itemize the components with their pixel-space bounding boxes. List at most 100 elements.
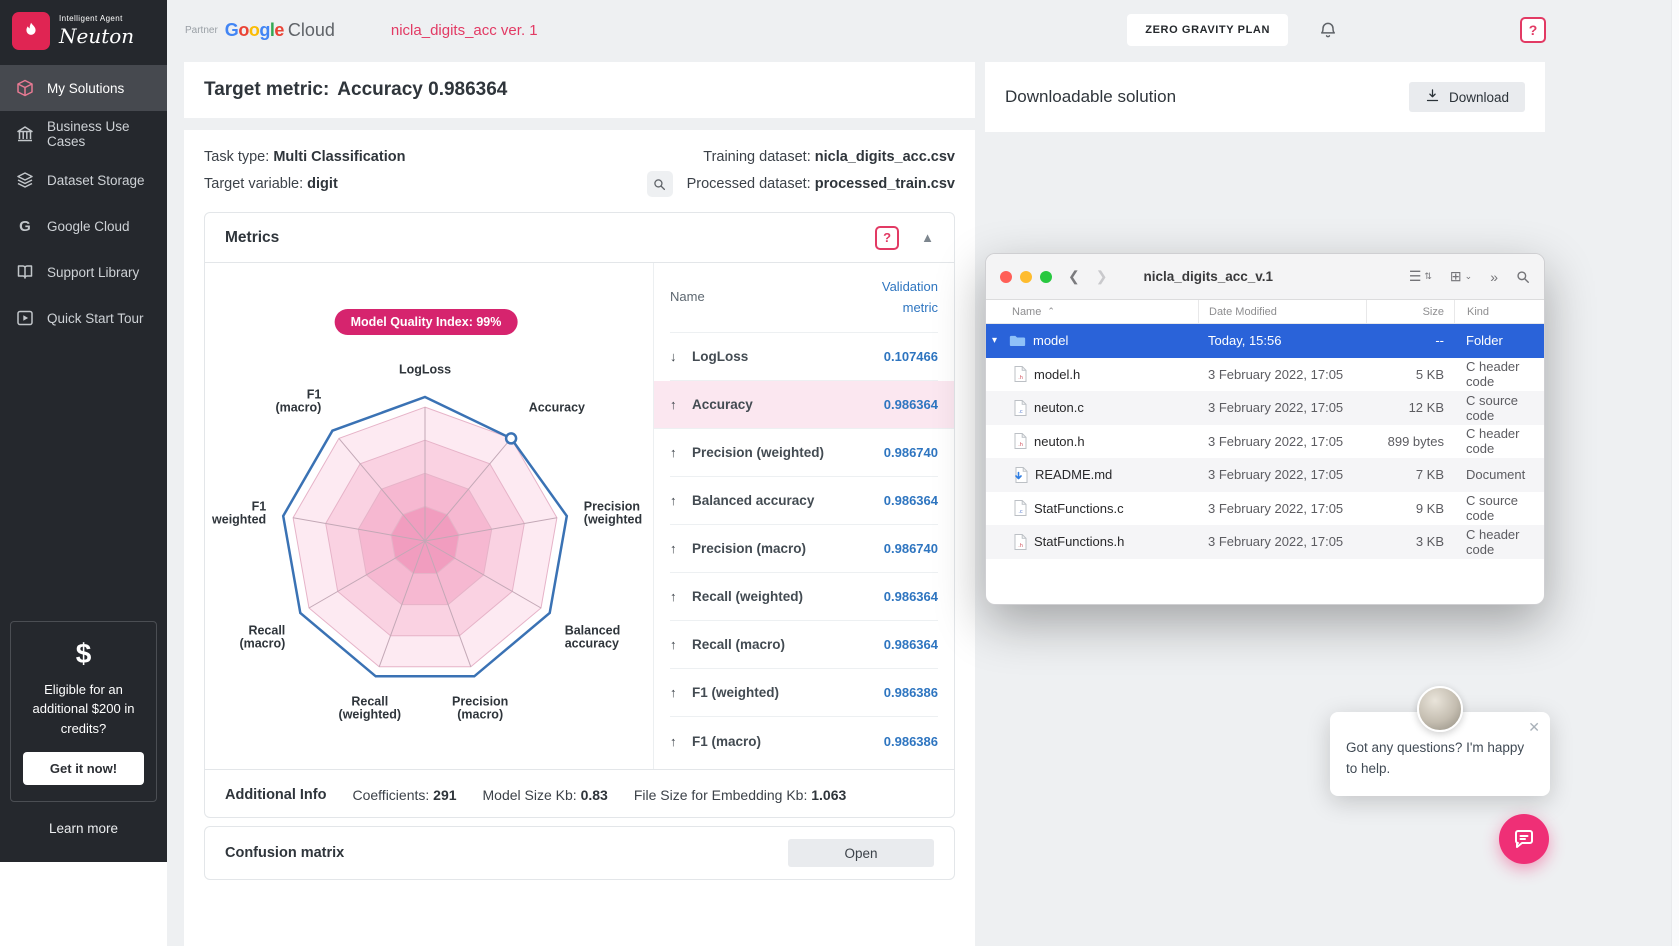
- metrics-col-name-header: Name: [670, 277, 705, 304]
- sidebar-nav: My Solutions Business Use Cases Dataset …: [0, 65, 167, 341]
- target-variable-line: Target variable: digit: [204, 171, 405, 198]
- finder-window-title: nicla_digits_acc_v.1: [1143, 269, 1273, 284]
- svg-text:LogLoss: LogLoss: [399, 363, 451, 377]
- help-button[interactable]: ?: [1520, 17, 1546, 43]
- finder-row-readme-md[interactable]: README.md 3 February 2022, 17:05 7 KB Do…: [986, 458, 1544, 492]
- c-header-file-icon: .h: [1014, 534, 1027, 550]
- additional-info-row: Additional Info Coefficients: 291 Model …: [205, 769, 954, 819]
- file-name: neuton.c: [1034, 400, 1084, 415]
- file-size: 12 KB: [1366, 400, 1454, 415]
- finder-row-model-folder[interactable]: ▾ model Today, 15:56 -- Folder: [986, 324, 1544, 358]
- metric-row-accuracy: ↑ Accuracy 0.986364: [654, 381, 954, 429]
- neuton-flame-icon: [12, 12, 50, 50]
- metric-row-precision-weighted: ↑ Precision (weighted) 0.986740: [670, 429, 938, 477]
- cloud-logo-text: Cloud: [288, 20, 335, 41]
- minimize-window-button[interactable]: [1020, 271, 1032, 283]
- page-background: [0, 862, 167, 946]
- file-size-info: File Size for Embedding Kb: 1.063: [634, 787, 846, 803]
- chat-icon: [1512, 827, 1536, 851]
- download-icon: [1425, 88, 1440, 106]
- finder-row-model-h[interactable]: .h model.h 3 February 2022, 17:05 5 KB C…: [986, 358, 1544, 392]
- target-metric-value: Accuracy 0.986364: [337, 79, 507, 101]
- finder-row-neuton-c[interactable]: .c neuton.c 3 February 2022, 17:05 12 KB…: [986, 391, 1544, 425]
- download-button[interactable]: Download: [1409, 82, 1525, 112]
- layers-icon: [15, 170, 35, 190]
- close-window-button[interactable]: [1000, 271, 1012, 283]
- page-scrollbar[interactable]: [1671, 0, 1679, 946]
- sidebar-item-label: Dataset Storage: [47, 173, 145, 188]
- zoom-window-button[interactable]: [1040, 271, 1052, 283]
- confusion-matrix-title: Confusion matrix: [225, 845, 344, 861]
- collapse-chevron-icon[interactable]: ▲: [921, 230, 934, 245]
- file-kind: Document: [1454, 467, 1544, 482]
- sidebar: Intelligent Agent Neuton My Solutions Bu…: [0, 0, 167, 862]
- more-toolbar-icon[interactable]: »: [1490, 269, 1498, 285]
- finder-row-neuton-h[interactable]: .h neuton.h 3 February 2022, 17:05 899 b…: [986, 425, 1544, 459]
- additional-info-title: Additional Info: [225, 787, 326, 803]
- dollar-icon: $: [23, 638, 144, 670]
- metric-row-f1-macro: ↑ F1 (macro) 0.986386: [670, 717, 938, 765]
- file-size: 9 KB: [1366, 501, 1454, 516]
- svg-text:.h: .h: [1018, 543, 1023, 549]
- arrow-up-icon: ↑: [670, 445, 692, 460]
- column-header-name[interactable]: Name ⌃: [986, 300, 1198, 323]
- confusion-open-button[interactable]: Open: [788, 839, 934, 867]
- sidebar-item-google-cloud[interactable]: G Google Cloud: [0, 203, 167, 249]
- file-kind: C source code: [1454, 393, 1544, 423]
- project-title: nicla_digits_acc ver. 1: [391, 22, 538, 39]
- group-view-icon[interactable]: ⊞⌄: [1450, 268, 1472, 285]
- zero-gravity-plan-button[interactable]: ZERO GRAVITY PLAN: [1127, 14, 1288, 46]
- metrics-title: Metrics: [225, 229, 279, 247]
- sidebar-item-dataset-storage[interactable]: Dataset Storage: [0, 157, 167, 203]
- metrics-col-value-header[interactable]: Validation metric: [864, 277, 938, 319]
- svg-text:.c: .c: [1018, 409, 1023, 415]
- brand-title: Neuton: [59, 24, 134, 48]
- svg-text:F1(macro): F1(macro): [275, 388, 321, 415]
- support-agent-avatar: [1417, 686, 1463, 732]
- sidebar-item-my-solutions[interactable]: My Solutions: [0, 65, 167, 111]
- column-header-size[interactable]: Size: [1366, 300, 1454, 323]
- file-kind: C header code: [1454, 426, 1544, 456]
- svg-text:Precision(weighted: Precision(weighted: [584, 500, 642, 527]
- list-view-icon[interactable]: ☰⇅: [1409, 268, 1432, 285]
- file-name: neuton.h: [1034, 434, 1085, 449]
- svg-text:.c: .c: [1018, 509, 1023, 515]
- arrow-up-icon: ↑: [670, 541, 692, 556]
- sidebar-item-quick-start-tour[interactable]: Quick Start Tour: [0, 295, 167, 341]
- finder-search-icon[interactable]: [1516, 270, 1530, 284]
- play-tour-icon: [15, 308, 35, 328]
- metrics-help-button[interactable]: ?: [875, 226, 899, 250]
- file-name: README.md: [1035, 467, 1112, 482]
- metric-row-balanced-accuracy: ↑ Balanced accuracy 0.986364: [670, 477, 938, 525]
- close-icon[interactable]: ✕: [1528, 719, 1540, 736]
- column-header-kind[interactable]: Kind: [1454, 300, 1544, 323]
- learn-more-link[interactable]: Learn more: [0, 821, 167, 836]
- building-icon: [15, 124, 35, 144]
- column-header-date[interactable]: Date Modified: [1198, 300, 1366, 323]
- c-header-file-icon: .h: [1014, 433, 1027, 449]
- finder-column-headers: Name ⌃ Date Modified Size Kind: [986, 300, 1544, 324]
- sidebar-item-support-library[interactable]: Support Library: [0, 249, 167, 295]
- training-dataset-line: Training dataset: nicla_digits_acc.csv: [647, 144, 955, 171]
- back-button[interactable]: ❮: [1068, 268, 1080, 285]
- chevron-down-icon[interactable]: ▾: [992, 335, 1002, 346]
- metric-row-precision-macro: ↑ Precision (macro) 0.986740: [670, 525, 938, 573]
- notifications-bell-icon[interactable]: [1318, 20, 1338, 40]
- c-source-file-icon: .c: [1014, 400, 1027, 416]
- chat-bubble-button[interactable]: [1499, 814, 1549, 864]
- credits-card: $ Eligible for an additional $200 in cre…: [10, 621, 157, 803]
- sidebar-item-business-use-cases[interactable]: Business Use Cases: [0, 111, 167, 157]
- finder-row-statfunctions-c[interactable]: .c StatFunctions.c 3 February 2022, 17:0…: [986, 492, 1544, 526]
- markdown-file-icon: [1014, 467, 1028, 483]
- file-name: model: [1033, 333, 1068, 348]
- file-size: 899 bytes: [1366, 434, 1454, 449]
- get-it-now-button[interactable]: Get it now!: [23, 752, 144, 785]
- svg-text:.h: .h: [1018, 442, 1023, 448]
- search-dataset-icon[interactable]: [647, 171, 673, 197]
- svg-text:G: G: [19, 218, 31, 235]
- forward-button[interactable]: ❯: [1096, 268, 1108, 285]
- task-type-line: Task type: Multi Classification: [204, 144, 405, 171]
- model-quality-badge: Model Quality Index: 99%: [335, 309, 518, 335]
- file-kind: C source code: [1454, 493, 1544, 523]
- finder-row-statfunctions-h[interactable]: .h StatFunctions.h 3 February 2022, 17:0…: [986, 525, 1544, 559]
